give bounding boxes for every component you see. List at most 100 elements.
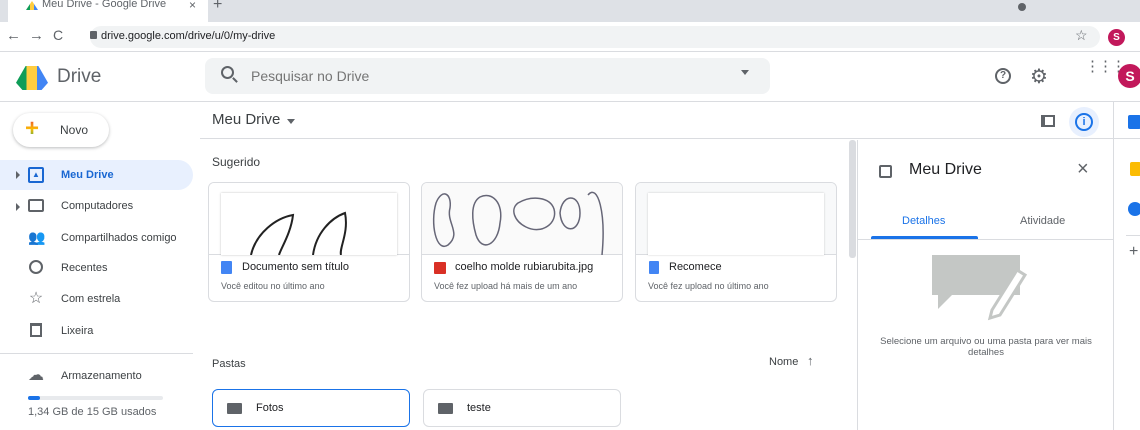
sidebar-item-recentes[interactable]: Recentes bbox=[0, 254, 193, 284]
search-bar[interactable] bbox=[205, 58, 770, 94]
details-title: Meu Drive bbox=[909, 161, 982, 178]
suggested-card[interactable]: Recomece Você fez upload no último ano bbox=[635, 182, 837, 302]
cloud-icon: ☁ bbox=[28, 367, 44, 384]
expand-arrow-icon[interactable] bbox=[16, 203, 20, 211]
tab-title: Meu Drive - Google Drive bbox=[42, 0, 167, 10]
calendar-icon[interactable] bbox=[1128, 115, 1140, 129]
sidebar-item-label: Recentes bbox=[61, 262, 108, 274]
rail-divider bbox=[1126, 235, 1140, 236]
forward-icon[interactable]: → bbox=[29, 27, 44, 44]
file-name: coelho molde rubiarubita.jpg bbox=[455, 261, 594, 273]
folders-heading: Pastas bbox=[212, 358, 246, 370]
sidebar-item-label: Armazenamento bbox=[61, 370, 142, 382]
sidebar-item-meu-drive[interactable]: ▲ Meu Drive bbox=[0, 160, 193, 190]
storage-used-text: 1,34 GB de 15 GB usados bbox=[28, 406, 157, 418]
drive-folder-icon bbox=[879, 165, 892, 178]
new-button-label: Novo bbox=[60, 123, 89, 137]
tab-detalhes[interactable]: Detalhes bbox=[902, 215, 945, 227]
page-title[interactable]: Meu Drive bbox=[212, 111, 280, 128]
file-name: Recomece bbox=[669, 261, 722, 273]
thumbnail-page bbox=[648, 193, 824, 255]
apps-grid-icon[interactable]: ⋮⋮⋮ bbox=[1085, 59, 1126, 74]
sidebar-item-armazenamento[interactable]: ☁ Armazenamento bbox=[0, 361, 193, 391]
browser-profile-avatar[interactable]: S bbox=[1108, 29, 1125, 46]
file-thumbnail bbox=[209, 183, 409, 255]
file-name: Documento sem título bbox=[242, 261, 349, 273]
storage-bar-track bbox=[28, 396, 163, 400]
browser-menu-dot-icon[interactable] bbox=[1018, 3, 1026, 11]
list-view-icon[interactable] bbox=[1041, 115, 1055, 127]
tab-atividade[interactable]: Atividade bbox=[1020, 215, 1065, 227]
image-icon bbox=[434, 262, 446, 274]
docs-icon bbox=[221, 261, 232, 274]
search-options-caret-icon[interactable] bbox=[741, 70, 749, 75]
addons-rail bbox=[1113, 102, 1140, 430]
close-icon[interactable]: × bbox=[1077, 158, 1089, 181]
sidebar-item-com-estrela[interactable]: ☆ Com estrela bbox=[0, 285, 193, 315]
drive-favicon-icon bbox=[26, 1, 38, 10]
settings-gear-icon[interactable]: ⚙ bbox=[1030, 64, 1048, 89]
lock-icon bbox=[90, 31, 97, 39]
bookmark-star-icon[interactable]: ☆ bbox=[1075, 27, 1088, 44]
thumbnail-sketch bbox=[250, 211, 347, 255]
computer-icon bbox=[28, 199, 44, 212]
people-icon: 👥 bbox=[28, 229, 46, 245]
title-dropdown-caret-icon[interactable] bbox=[287, 119, 295, 124]
suggested-heading: Sugerido bbox=[212, 155, 261, 169]
account-avatar[interactable]: S bbox=[1118, 64, 1140, 88]
add-addon-icon[interactable]: + bbox=[1129, 243, 1138, 261]
expand-arrow-icon[interactable] bbox=[16, 171, 20, 179]
suggested-card[interactable]: coelho molde rubiarubita.jpg Você fez up… bbox=[421, 182, 623, 302]
sidebar-item-label: Compartilhados comigo bbox=[61, 232, 177, 244]
folder-name: Fotos bbox=[256, 402, 284, 414]
drive-app-name[interactable]: Drive bbox=[57, 66, 101, 88]
sidebar-item-computadores[interactable]: Computadores bbox=[0, 192, 193, 222]
reload-icon[interactable]: C bbox=[53, 27, 63, 43]
browser-tab[interactable]: Meu Drive - Google Drive × bbox=[8, 0, 208, 22]
folder-item[interactable]: teste bbox=[423, 389, 621, 427]
search-input[interactable] bbox=[251, 66, 731, 86]
trash-icon bbox=[30, 323, 42, 337]
storage-bar-fill bbox=[28, 396, 41, 400]
suggested-card[interactable]: Documento sem título Você editou no últi… bbox=[208, 182, 410, 302]
new-tab-icon[interactable]: + bbox=[213, 0, 222, 14]
search-icon-handle bbox=[232, 77, 238, 83]
sidebar-item-compartilhados[interactable]: 👥 Compartilhados comigo bbox=[0, 223, 193, 253]
url-text: drive.google.com/drive/u/0/my-drive bbox=[101, 30, 276, 42]
thumbnail-pattern bbox=[432, 191, 604, 255]
thumbnail-page bbox=[221, 193, 397, 255]
folder-item[interactable]: Fotos bbox=[212, 389, 410, 427]
sidebar-item-label: Lixeira bbox=[61, 325, 94, 337]
folder-icon bbox=[438, 403, 453, 414]
back-icon[interactable]: ← bbox=[6, 27, 21, 44]
empty-details-message: Selecione um arquivo ou uma pasta para v… bbox=[880, 336, 1092, 358]
file-subtitle: Você fez upload no último ano bbox=[648, 281, 769, 291]
keep-icon[interactable] bbox=[1130, 162, 1140, 176]
file-subtitle: Você editou no último ano bbox=[221, 281, 325, 291]
sort-arrow-up-icon[interactable]: ↑ bbox=[807, 353, 814, 368]
new-button[interactable]: + Novo bbox=[13, 113, 109, 147]
file-subtitle: Você fez upload há mais de um ano bbox=[434, 281, 578, 291]
sort-by-name-button[interactable]: Nome bbox=[769, 356, 798, 368]
my-drive-icon: ▲ bbox=[28, 167, 44, 183]
url-field[interactable]: drive.google.com/drive/u/0/my-drive ☆ bbox=[90, 26, 1100, 48]
sidebar-divider bbox=[0, 353, 193, 354]
tabs-divider bbox=[858, 239, 1114, 240]
help-icon[interactable]: ? bbox=[995, 68, 1011, 84]
plus-icon: + bbox=[25, 115, 40, 142]
file-thumbnail bbox=[422, 183, 622, 255]
tab-close-icon[interactable]: × bbox=[189, 0, 196, 12]
tasks-icon[interactable] bbox=[1128, 202, 1140, 216]
header-divider bbox=[200, 138, 1140, 139]
comment-illustration-icon bbox=[932, 255, 1028, 321]
sidebar-item-label: Meu Drive bbox=[61, 169, 114, 181]
sidebar-item-lixeira[interactable]: Lixeira bbox=[0, 316, 193, 346]
sidebar-item-label: Computadores bbox=[61, 200, 134, 212]
main-scrollbar[interactable] bbox=[849, 140, 856, 258]
folder-name: teste bbox=[467, 402, 491, 414]
info-icon: i bbox=[1075, 113, 1093, 131]
file-thumbnail bbox=[636, 183, 836, 255]
details-panel: Meu Drive × Detalhes Atividade Selecione… bbox=[857, 140, 1114, 430]
file-icon bbox=[649, 261, 659, 274]
sidebar-item-label: Com estrela bbox=[61, 293, 121, 305]
